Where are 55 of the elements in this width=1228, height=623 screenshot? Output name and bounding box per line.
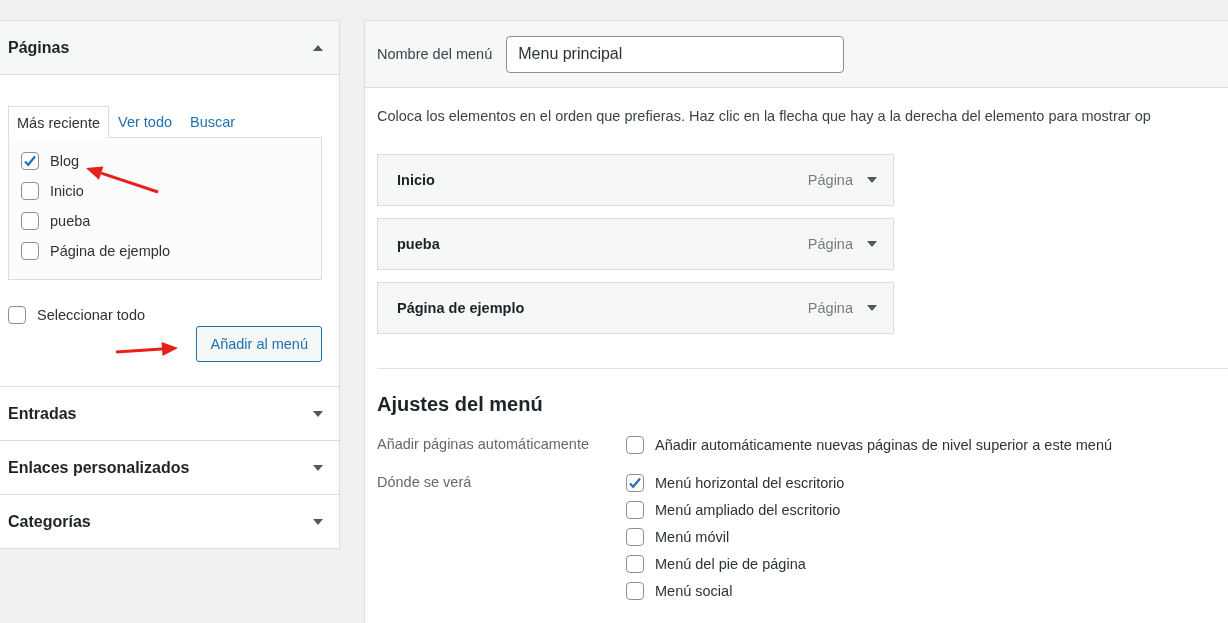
checkbox[interactable] <box>8 306 26 324</box>
annotation-arrow <box>115 342 178 356</box>
field-label: Nombre del menú <box>377 46 493 62</box>
setting-label: Dónde se verá <box>377 474 473 492</box>
checkbox[interactable] <box>626 501 644 519</box>
checkmark-icon <box>22 153 38 169</box>
checkbox-label: Menú social <box>655 583 733 599</box>
checkbox-label: Menú móvil <box>655 529 730 545</box>
accordion-header[interactable]: Categorías <box>0 495 339 548</box>
checkbox[interactable] <box>21 182 39 200</box>
checkbox-label: Menú del pie de página <box>655 556 806 572</box>
tab[interactable]: Más reciente <box>8 106 109 138</box>
expand-arrow-icon[interactable] <box>313 518 323 525</box>
menu-item[interactable]: Inicio Página <box>377 154 894 206</box>
checkbox-label: Página de ejemplo <box>50 243 171 259</box>
menu-item-title: Página de ejemplo <box>397 300 526 316</box>
checkbox[interactable] <box>21 242 39 260</box>
accordion-header[interactable]: Páginas <box>0 21 339 75</box>
checkbox-label: Menú ampliado del escritorio <box>655 502 841 518</box>
checkbox-label: Menú horizontal del escritorio <box>655 475 845 491</box>
tab[interactable]: Ver todo <box>109 105 182 137</box>
expand-arrow-icon[interactable] <box>313 464 323 471</box>
checkbox[interactable] <box>626 582 644 600</box>
menu-item-type: Página <box>807 236 853 252</box>
checkbox[interactable] <box>21 212 39 230</box>
menu-item-title: pueba <box>397 236 441 252</box>
checkmark-icon <box>627 475 643 491</box>
checkbox-label: Seleccionar todo <box>37 307 145 323</box>
expand-arrow-icon[interactable] <box>867 305 877 311</box>
menu-item[interactable]: pueba Página <box>377 218 894 270</box>
checkbox-label: Añadir automáticamente nuevas páginas de nivel superior a este menú <box>655 437 1113 453</box>
checkbox[interactable] <box>626 528 644 546</box>
checkbox[interactable] <box>21 152 39 170</box>
menu-item[interactable]: Página de ejemplo Página <box>377 282 894 334</box>
checkbox[interactable] <box>626 555 644 573</box>
menu-item-title: Inicio <box>397 172 436 188</box>
menu-item-type: Página <box>807 172 853 188</box>
add-to-menu-button[interactable]: Añadir al menú <box>196 326 322 362</box>
accordion-header[interactable]: Entradas <box>0 387 339 440</box>
checkbox[interactable] <box>626 474 644 492</box>
menu-name-field[interactable]: Menu principal <box>506 35 845 73</box>
expand-arrow-icon[interactable] <box>867 177 877 183</box>
checkbox-label: Blog <box>50 153 80 169</box>
checkbox-label: Inicio <box>50 183 84 199</box>
checkbox-label: pueba <box>50 213 91 229</box>
tab[interactable]: Buscar <box>181 105 245 137</box>
setting-label: Añadir páginas automáticamente <box>377 436 590 454</box>
section-heading: Ajustes del menú <box>377 393 544 416</box>
menu-item-type: Página <box>807 300 853 316</box>
checkbox[interactable] <box>626 436 644 454</box>
instructions-text: Coloca los elementos en el orden que prefieras. Haz clic en la flecha que hay a la derecha del elemento para mostrar op <box>377 108 1152 124</box>
collapse-arrow-icon[interactable] <box>313 44 323 51</box>
expand-arrow-icon[interactable] <box>867 241 877 247</box>
expand-arrow-icon[interactable] <box>313 410 323 417</box>
accordion-header[interactable]: Enlaces personalizados <box>0 441 339 494</box>
